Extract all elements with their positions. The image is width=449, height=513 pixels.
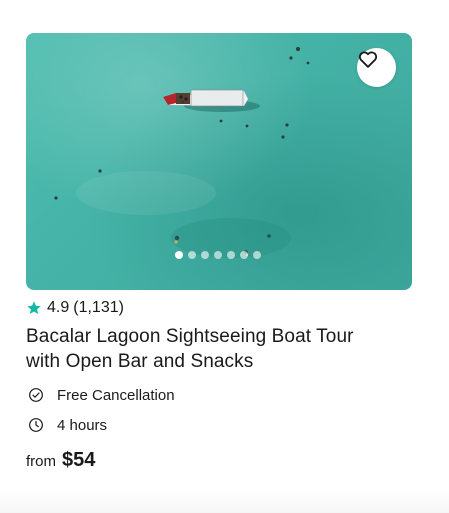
price-prefix: from	[26, 453, 56, 470]
star-icon	[27, 301, 41, 314]
product-image[interactable]	[26, 33, 412, 290]
bottom-divider	[0, 491, 449, 513]
feature-free-cancellation: Free Cancellation	[26, 385, 412, 405]
check-circle-icon	[29, 388, 43, 402]
clock-icon	[29, 418, 43, 432]
price-row: from $54	[26, 449, 412, 472]
feature-label: Free Cancellation	[57, 386, 175, 404]
rating-score: 4.9	[47, 299, 70, 316]
price-amount: $54	[62, 449, 96, 471]
carousel-dot[interactable]	[214, 251, 222, 259]
heart-icon	[358, 51, 378, 68]
feature-label: 4 hours	[57, 416, 108, 434]
carousel-dot[interactable]	[201, 251, 209, 259]
product-card[interactable]: 4.9 (1,131) Bacalar Lagoon Sightseeing B…	[26, 33, 412, 472]
carousel-dot[interactable]	[253, 251, 261, 259]
carousel-dot[interactable]	[227, 251, 235, 259]
feature-duration: 4 hours	[26, 415, 412, 435]
favorite-button[interactable]	[357, 48, 396, 87]
carousel-indicators	[175, 251, 261, 259]
carousel-dot[interactable]	[240, 251, 248, 259]
carousel-dot[interactable]	[188, 251, 196, 259]
review-count: (1,131)	[73, 299, 124, 316]
product-title[interactable]: Bacalar Lagoon Sightseeing Boat Tour wit…	[26, 324, 386, 374]
rating-row: 4.9 (1,131)	[26, 298, 412, 318]
carousel-dot[interactable]	[175, 251, 183, 259]
